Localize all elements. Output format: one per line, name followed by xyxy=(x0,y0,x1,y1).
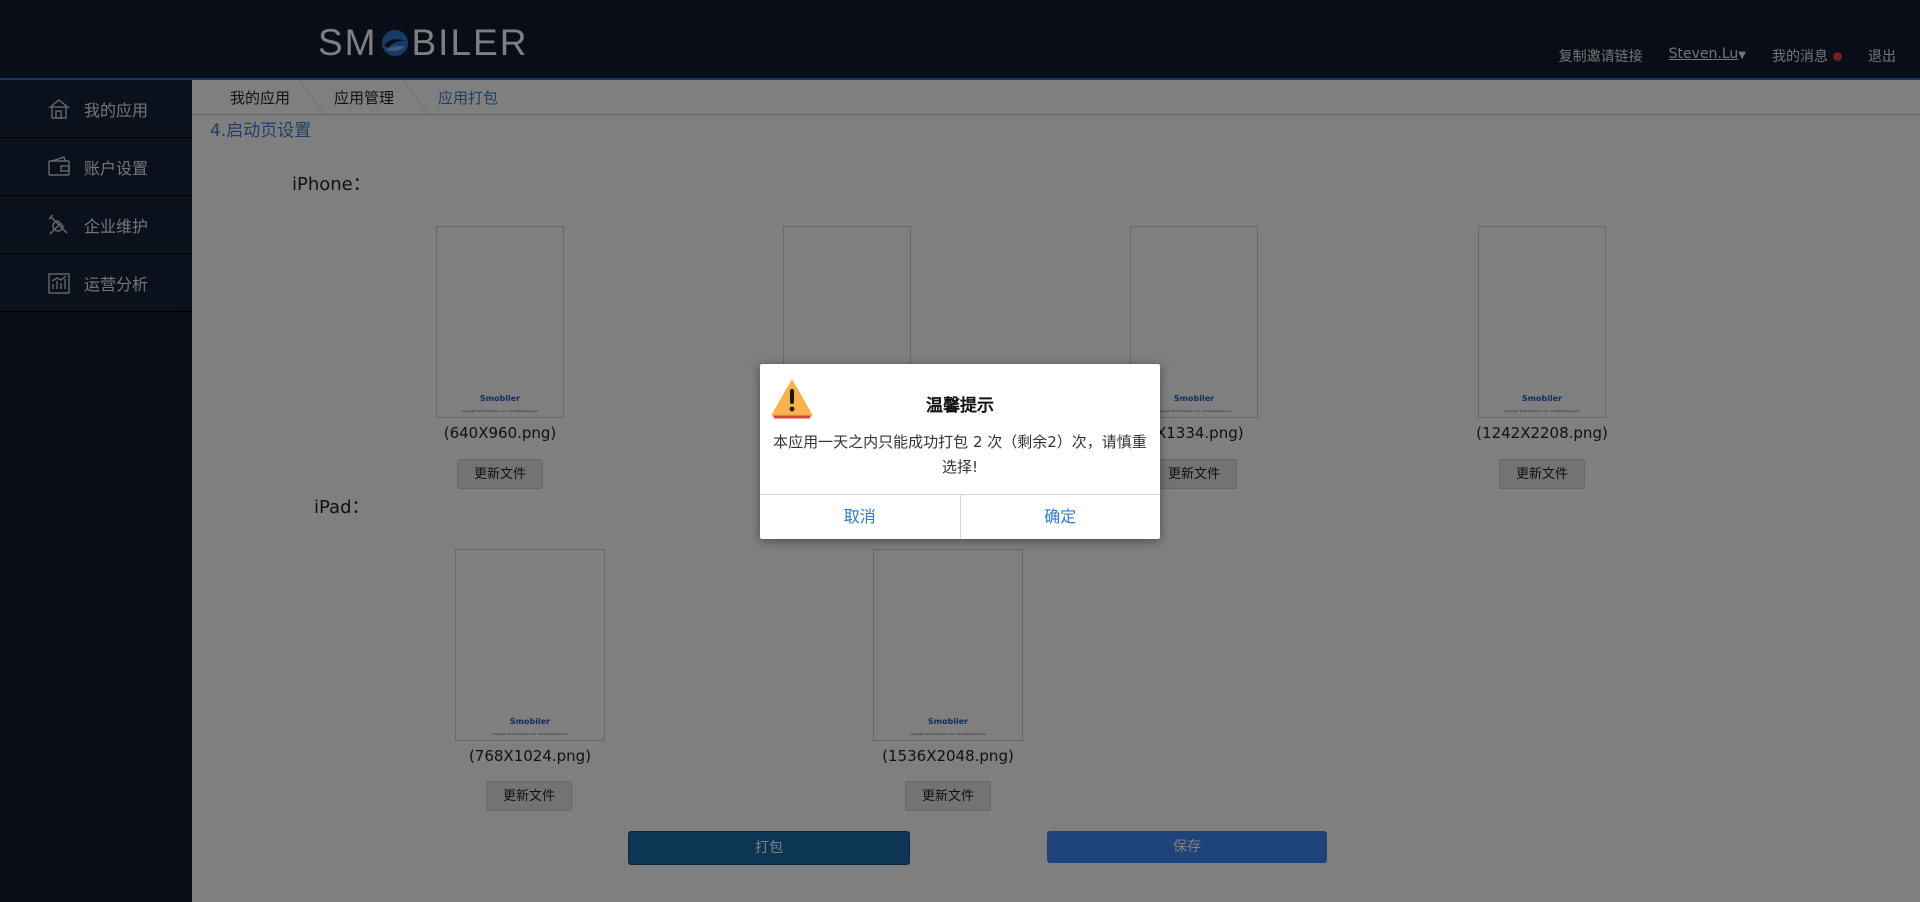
cancel-button[interactable]: 取消 xyxy=(760,495,960,539)
dialog-title: 温馨提示 xyxy=(926,396,994,416)
confirm-button[interactable]: 确定 xyxy=(959,495,1161,539)
dialog-buttons: 取消 确定 xyxy=(760,494,1160,539)
dialog-message: 本应用一天之内只能成功打包 2 次（剩余2）次，请慎重选择! xyxy=(773,433,1147,476)
warning-dialog: 温馨提示 本应用一天之内只能成功打包 2 次（剩余2）次，请慎重选择! 取消 确… xyxy=(760,364,1160,539)
